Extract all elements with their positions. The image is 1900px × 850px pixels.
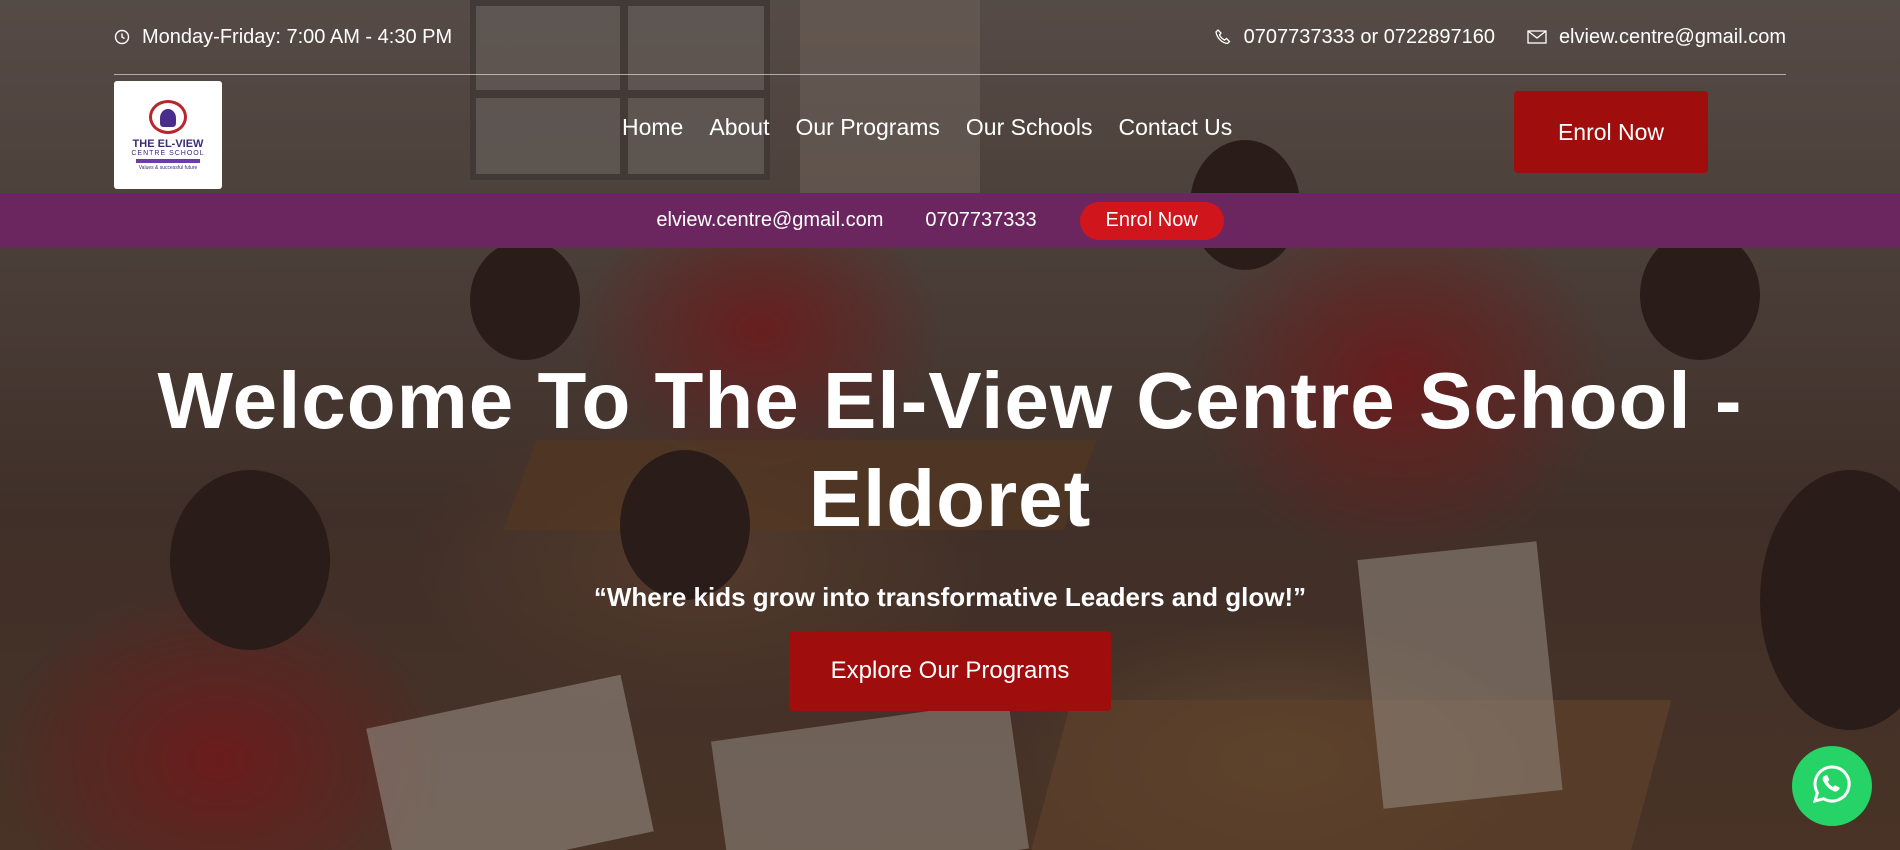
whatsapp-icon xyxy=(1810,762,1854,811)
phone-contact[interactable]: 0707737333 or 0722897160 xyxy=(1214,26,1495,49)
email-text[interactable]: elview.centre@gmail.com xyxy=(1559,26,1786,49)
hero-title: Welcome To The El-View Centre School - E… xyxy=(90,352,1810,548)
logo-bar xyxy=(136,158,200,163)
logo-tagline: Values & successful future xyxy=(138,164,198,171)
nav-our-programs[interactable]: Our Programs xyxy=(795,114,939,141)
primary-nav: Home About Our Programs Our Schools Cont… xyxy=(622,114,1232,141)
hero-title-line1: Welcome To The El-View Centre School - xyxy=(157,356,1743,445)
enrol-now-button[interactable]: Enrol Now xyxy=(1514,91,1708,173)
nav-our-schools[interactable]: Our Schools xyxy=(966,114,1093,141)
opening-hours: Monday-Friday: 7:00 AM - 4:30 PM xyxy=(114,26,452,49)
strip-email[interactable]: elview.centre@gmail.com xyxy=(656,209,883,232)
explore-programs-button[interactable]: Explore Our Programs xyxy=(789,631,1111,711)
nav-contact-us[interactable]: Contact Us xyxy=(1118,114,1232,141)
top-info-bar: Monday-Friday: 7:00 AM - 4:30 PM 0707737… xyxy=(114,0,1786,75)
hero-subtitle: “Where kids grow into transformative Lea… xyxy=(593,582,1307,612)
clock-icon xyxy=(114,29,130,45)
whatsapp-button[interactable] xyxy=(1792,746,1872,826)
logo-subtitle: CENTRE SCHOOL xyxy=(131,149,205,157)
email-contact[interactable]: elview.centre@gmail.com xyxy=(1527,26,1786,49)
phone-text[interactable]: 0707737333 or 0722897160 xyxy=(1244,26,1495,49)
school-logo[interactable]: THE EL-VIEW CENTRE SCHOOL Values & succe… xyxy=(114,81,222,189)
contact-strip: elview.centre@gmail.com 0707737333 Enrol… xyxy=(0,193,1900,248)
nav-home[interactable]: Home xyxy=(622,114,683,141)
logo-title: THE EL-VIEW xyxy=(132,137,204,150)
phone-icon xyxy=(1214,28,1232,46)
main-navigation-row: THE EL-VIEW CENTRE SCHOOL Values & succe… xyxy=(114,81,1786,191)
nav-about[interactable]: About xyxy=(709,114,769,141)
logo-emblem xyxy=(149,99,187,134)
opening-hours-text: Monday-Friday: 7:00 AM - 4:30 PM xyxy=(142,25,453,48)
mail-icon xyxy=(1527,29,1547,45)
hero-title-line2: Eldoret xyxy=(808,454,1092,543)
strip-phone[interactable]: 0707737333 xyxy=(925,209,1036,232)
strip-enrol-button[interactable]: Enrol Now xyxy=(1079,201,1224,240)
